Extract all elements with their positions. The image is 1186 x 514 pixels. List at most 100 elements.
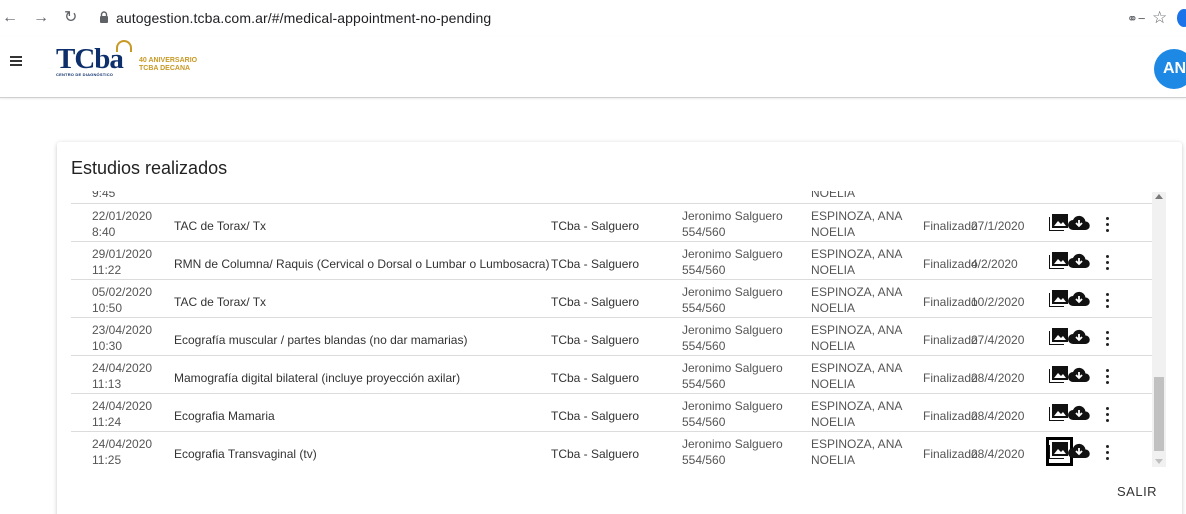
lock-icon	[100, 11, 108, 23]
table-row-partial: 9:45 NOELIA	[71, 191, 1155, 204]
table-row[interactable]: 24/04/2020 11:24 Ecografia Mamaria TCba -…	[71, 395, 1155, 432]
key-icon[interactable]: ⚭−	[1127, 11, 1145, 27]
row-patient: NOELIA	[811, 191, 856, 200]
app-header: TCba CENTRO DE DIAGNÓSTICO 40 ANIVERSARI…	[0, 36, 1186, 98]
row-datetime: 22/01/2020 8:40	[92, 209, 153, 239]
image-icon[interactable]	[1049, 442, 1068, 459]
browser-toolbar: ← → ↻ autogestion.tcba.com.ar/#/medical-…	[0, 0, 1186, 36]
row-study: Ecografia Mamaria	[174, 409, 275, 423]
image-icon[interactable]	[1049, 328, 1068, 345]
row-doctor: Jeronimo Salguero 554/560	[682, 437, 783, 467]
row-finished-date: 27/4/2020	[971, 333, 1025, 347]
row-doctor: Jeronimo Salguero 554/560	[682, 209, 783, 239]
row-patient: ESPINOZA, ANA NOELIA	[811, 323, 903, 353]
row-finished-date: 27/1/2020	[971, 219, 1025, 233]
row-study: Ecografia Transvaginal (tv)	[174, 447, 317, 461]
more-vert-icon[interactable]	[1106, 407, 1110, 422]
row-study: Ecografía muscular / partes blandas (no …	[174, 333, 468, 347]
logo-text: TCba	[56, 43, 124, 75]
cloud-download-icon[interactable]	[1068, 329, 1090, 344]
row-status: Finalizado	[923, 371, 978, 385]
exit-button[interactable]: SALIR	[1117, 484, 1157, 499]
row-study: TAC de Torax/ Tx	[174, 219, 267, 233]
image-icon[interactable]	[1049, 404, 1068, 421]
row-patient: ESPINOZA, ANA NOELIA	[811, 437, 903, 467]
tcba-logo[interactable]: TCba CENTRO DE DIAGNÓSTICO 40 ANIVERSARI…	[56, 40, 216, 82]
row-datetime: 29/01/2020 11:22	[92, 247, 153, 277]
menu-icon[interactable]	[10, 56, 22, 66]
more-vert-icon[interactable]	[1106, 217, 1110, 232]
cloud-download-icon[interactable]	[1068, 291, 1090, 306]
back-arrow-icon[interactable]: ←	[2, 9, 18, 27]
row-time: 9:45	[92, 191, 116, 200]
row-datetime: 05/02/2020 10:50	[92, 285, 153, 315]
browser-profile-icon[interactable]	[1177, 9, 1186, 27]
row-center: TCba - Salguero	[551, 219, 640, 233]
row-finished-date: 28/4/2020	[971, 409, 1025, 423]
row-center: TCba - Salguero	[551, 447, 640, 461]
row-datetime: 24/04/2020 11:24	[92, 399, 153, 429]
row-patient: ESPINOZA, ANA NOELIA	[811, 247, 903, 277]
scroll-up-arrow-icon[interactable]	[1155, 194, 1163, 199]
cloud-download-icon[interactable]	[1068, 405, 1090, 420]
row-center: TCba - Salguero	[551, 409, 640, 423]
row-patient: ESPINOZA, ANA NOELIA	[811, 209, 903, 239]
row-doctor: Jeronimo Salguero 554/560	[682, 247, 783, 277]
row-status: Finalizado	[923, 295, 978, 309]
table-row[interactable]: 29/01/2020 11:22 RMN de Columna/ Raquis (…	[71, 243, 1155, 280]
more-vert-icon[interactable]	[1106, 445, 1110, 460]
studies-card: Estudios realizados 9:45 NOELIA 22/01/20…	[57, 142, 1182, 514]
more-vert-icon[interactable]	[1106, 255, 1110, 270]
bookmark-star-icon[interactable]: ☆	[1152, 8, 1167, 28]
more-vert-icon[interactable]	[1106, 369, 1110, 384]
cloud-download-icon[interactable]	[1068, 443, 1090, 458]
logo-anniversary-line1: 40 ANIVERSARIO	[139, 57, 198, 64]
row-finished-date: 10/2/2020	[971, 295, 1025, 309]
image-icon[interactable]	[1049, 214, 1068, 231]
table-scrollbar[interactable]	[1152, 192, 1166, 467]
logo-subtext: CENTRO DE DIAGNÓSTICO	[56, 72, 114, 77]
row-datetime: 24/04/2020 11:13	[92, 361, 153, 391]
row-center: TCba - Salguero	[551, 333, 640, 347]
table-row[interactable]: 23/04/2020 10:30 Ecografía muscular / par…	[71, 319, 1155, 356]
row-study: TAC de Torax/ Tx	[174, 295, 267, 309]
scroll-down-arrow-icon[interactable]	[1155, 459, 1163, 464]
avatar[interactable]: AN	[1154, 49, 1186, 89]
row-patient: ESPINOZA, ANA NOELIA	[811, 399, 903, 429]
image-icon[interactable]	[1049, 290, 1068, 307]
row-patient: ESPINOZA, ANA NOELIA	[811, 361, 903, 391]
forward-arrow-icon[interactable]: →	[33, 9, 49, 27]
row-center: TCba - Salguero	[551, 371, 640, 385]
image-icon[interactable]	[1049, 366, 1068, 383]
reload-icon[interactable]: ↻	[64, 9, 77, 27]
table-row[interactable]: 22/01/2020 8:40 TAC de Torax/ Tx TCba - S…	[71, 205, 1155, 242]
row-status: Finalizado	[923, 219, 978, 233]
row-study: RMN de Columna/ Raquis (Cervical o Dorsa…	[174, 257, 550, 271]
more-vert-icon[interactable]	[1106, 293, 1110, 308]
row-status: Finalizado	[923, 257, 978, 271]
row-finished-date: 4/2/2020	[971, 257, 1018, 271]
scroll-thumb[interactable]	[1154, 377, 1164, 451]
page-title: Estudios realizados	[71, 158, 228, 178]
more-vert-icon[interactable]	[1106, 331, 1110, 346]
row-datetime: 24/04/2020 11:25	[92, 437, 153, 467]
row-status: Finalizado	[923, 333, 978, 347]
image-icon[interactable]	[1049, 252, 1068, 269]
table-row[interactable]: 24/04/2020 11:13 Mamografía digital bilat…	[71, 357, 1155, 394]
row-status: Finalizado	[923, 447, 978, 461]
row-doctor: Jeronimo Salguero 554/560	[682, 285, 783, 315]
table-row[interactable]: 05/02/2020 10:50 TAC de Torax/ Tx TCba - …	[71, 281, 1155, 318]
row-study: Mamografía digital bilateral (incluye pr…	[174, 371, 461, 385]
row-doctor: Jeronimo Salguero 554/560	[682, 323, 783, 353]
row-finished-date: 28/4/2020	[971, 371, 1025, 385]
studies-table: 9:45 NOELIA 22/01/2020 8:40 TAC de Torax/…	[71, 191, 1155, 467]
logo-anniversary: 40 ANIVERSARIO TCBA DECANA	[139, 57, 197, 73]
address-bar[interactable]: autogestion.tcba.com.ar/#/medical-appoin…	[116, 10, 491, 26]
row-doctor: Jeronimo Salguero 554/560	[682, 361, 783, 391]
cloud-download-icon[interactable]	[1068, 253, 1090, 268]
row-center: TCba - Salguero	[551, 295, 640, 309]
row-doctor: Jeronimo Salguero 554/560	[682, 399, 783, 429]
table-row[interactable]: 24/04/2020 11:25 Ecografia Transvaginal (…	[71, 433, 1155, 467]
cloud-download-icon[interactable]	[1068, 215, 1090, 230]
cloud-download-icon[interactable]	[1068, 367, 1090, 382]
